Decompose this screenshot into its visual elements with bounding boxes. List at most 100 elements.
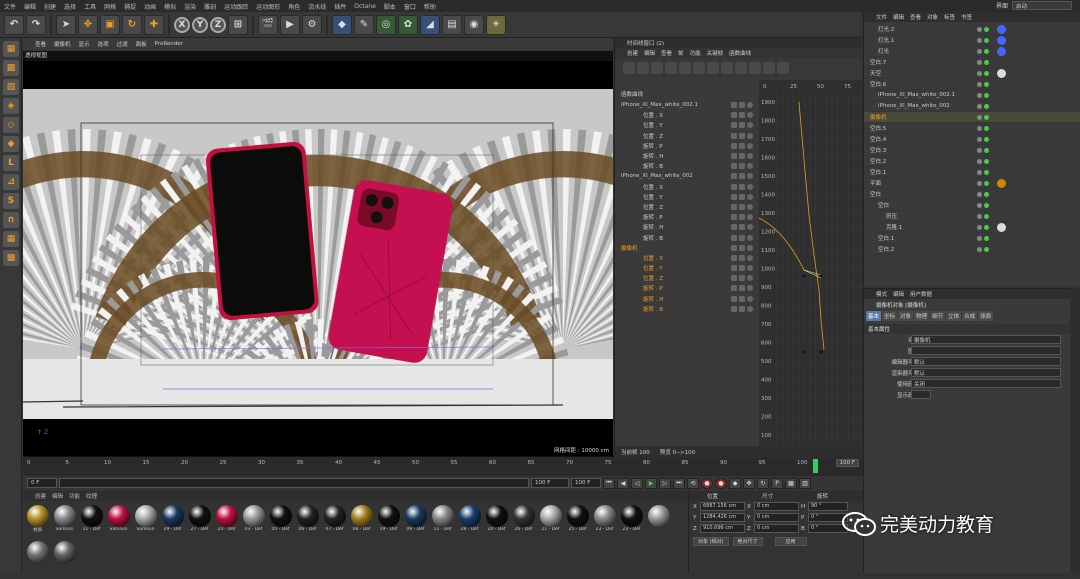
timeline-menu-item[interactable]: 帧	[678, 49, 684, 57]
attribute-value[interactable]: 默认	[911, 357, 1061, 366]
object-row[interactable]: 灯光	[864, 46, 1080, 57]
key-rot-icon[interactable]: ↻	[757, 477, 769, 489]
material-swatch[interactable]: 08 - Def	[349, 505, 374, 539]
material-menu-item[interactable]: 编辑	[52, 492, 63, 500]
attribute-value[interactable]: 关闭	[911, 379, 1061, 388]
object-row[interactable]: 空白.1	[864, 167, 1080, 178]
attribute-tab[interactable]: 立体	[946, 311, 962, 321]
select-icon[interactable]: ➤	[56, 14, 76, 35]
move-icon[interactable]: ✥	[78, 14, 98, 35]
loop-icon[interactable]: ⟲	[687, 477, 699, 489]
frame-slider[interactable]	[59, 478, 529, 488]
size-field[interactable]: 0 cm	[754, 502, 799, 511]
viewport-menu-item[interactable]: ProRender	[155, 41, 183, 47]
menu-item[interactable]: 网格	[100, 2, 120, 11]
camera-icon[interactable]: ◉	[464, 14, 484, 35]
object-menu-item[interactable]: 标签	[944, 13, 955, 21]
position-field[interactable]: 910.696 cm	[700, 524, 745, 533]
tl-tool-6-icon[interactable]	[693, 62, 705, 74]
menu-item[interactable]: 角色	[284, 2, 304, 11]
track-row[interactable]: 旋转 . B	[615, 161, 759, 171]
coord-system-icon[interactable]: ⊞	[228, 14, 248, 35]
viewport-menu-item[interactable]: 面板	[136, 40, 147, 48]
render-picture-icon[interactable]: ▶	[280, 14, 300, 35]
timeline-end-field[interactable]: 100 F	[835, 459, 859, 467]
size-field[interactable]: 0 cm	[754, 524, 799, 533]
timeline-menu-item[interactable]: 功能	[690, 49, 701, 57]
menu-item[interactable]: 运动跟踪	[220, 2, 252, 11]
points-mode-icon[interactable]: ◈	[3, 98, 19, 114]
track-row[interactable]: 位置 . Z	[615, 131, 759, 141]
magnet-icon[interactable]: ∩	[3, 212, 19, 228]
object-row[interactable]: 空白.6	[864, 79, 1080, 90]
object-row[interactable]: 克隆.1	[864, 222, 1080, 233]
rotate-icon[interactable]: ↻	[122, 14, 142, 35]
material-swatch[interactable]: 24 - Def	[214, 505, 239, 539]
edges-mode-icon[interactable]: ◇	[3, 117, 19, 133]
track-row[interactable]: 位置 . Y	[615, 263, 759, 273]
menu-item[interactable]: 动画	[140, 2, 160, 11]
tl-tool-11-icon[interactable]	[763, 62, 775, 74]
attribute-value[interactable]	[911, 346, 1061, 355]
material-swatch[interactable]: Samsun	[106, 505, 131, 539]
menu-item[interactable]: 文件	[0, 2, 20, 11]
attribute-tab[interactable]: 对象	[898, 311, 914, 321]
size-mode-dropdown[interactable]: 绝对尺寸	[732, 537, 763, 546]
attribute-menu-item[interactable]: 用户数据	[910, 290, 932, 298]
polygons-mode-icon[interactable]: ◆	[3, 136, 19, 152]
track-row[interactable]: 旋转 . H	[615, 151, 759, 161]
axis-mode-icon[interactable]: L	[3, 155, 19, 171]
y-axis-icon[interactable]: Y	[192, 16, 208, 33]
key-grid-icon[interactable]: ▦	[785, 477, 797, 489]
menu-item[interactable]: 模拟	[160, 2, 180, 11]
cloner-icon[interactable]: ✿	[398, 14, 418, 35]
object-row[interactable]: 空白	[864, 189, 1080, 200]
menu-item[interactable]: 编辑	[20, 2, 40, 11]
menu-item[interactable]: Octane	[350, 3, 380, 10]
menu-item[interactable]: 选择	[60, 2, 80, 11]
texture-mode-icon[interactable]: ▩	[3, 60, 19, 76]
subdivision-icon[interactable]: ◎	[376, 14, 396, 35]
object-row[interactable]: iPhone_Xl_Max_white_002.1	[864, 90, 1080, 101]
menu-item[interactable]: 帮助	[420, 2, 440, 11]
viewport-menu-item[interactable]: 显示	[79, 40, 90, 48]
menu-item[interactable]: 工具	[80, 2, 100, 11]
pen-icon[interactable]: ✎	[354, 14, 374, 35]
material-swatch[interactable]: 26 - Def	[511, 505, 536, 539]
menu-item[interactable]: 窗口	[400, 2, 420, 11]
object-row[interactable]: 空白.2	[864, 156, 1080, 167]
object-row[interactable]: 空白.5	[864, 123, 1080, 134]
prev-frame-icon[interactable]: ◁	[631, 477, 643, 489]
apply-button[interactable]: 应用	[774, 537, 807, 546]
track-row[interactable]: 位置 . Y	[615, 192, 759, 202]
redo-icon[interactable]: ↷	[26, 14, 46, 35]
perspective-viewport[interactable]: ↑ Z 网格间距 : 10000 cm	[23, 61, 613, 456]
menu-item[interactable]: 脚本	[380, 2, 400, 11]
tl-tool-3-icon[interactable]	[651, 62, 663, 74]
tl-tool-2-icon[interactable]	[637, 62, 649, 74]
add-icon[interactable]: ✚	[144, 14, 164, 35]
object-row[interactable]: 空白.3	[864, 145, 1080, 156]
material-swatch[interactable]: Samsun	[52, 505, 77, 539]
track-row[interactable]: 位置 . X	[615, 253, 759, 263]
object-row[interactable]: 空白.7	[864, 57, 1080, 68]
z-axis-icon[interactable]: Z	[210, 16, 226, 33]
attribute-value[interactable]	[911, 390, 931, 399]
render-view-icon[interactable]: 🎬	[258, 14, 278, 35]
track-row[interactable]: 旋转 . H	[615, 222, 759, 232]
grid-icon[interactable]: ▦	[3, 231, 19, 247]
material-swatch[interactable]: 27 - Def	[187, 505, 212, 539]
material-swatch[interactable]: 29 - Def	[160, 505, 185, 539]
object-menu-item[interactable]: 查看	[910, 13, 921, 21]
track-row[interactable]: 旋转 . P	[615, 212, 759, 222]
attribute-tab[interactable]: 坐标	[882, 311, 898, 321]
material-swatch[interactable]	[52, 541, 77, 575]
prev-key-icon[interactable]: ◀	[617, 477, 629, 489]
tl-tool-4-icon[interactable]	[665, 62, 677, 74]
play-icon[interactable]: ▶	[645, 477, 657, 489]
key-param-icon[interactable]: P	[771, 477, 783, 489]
key-pos-icon[interactable]: ✥	[743, 477, 755, 489]
record-icon[interactable]: ●	[701, 477, 713, 489]
object-row[interactable]: 灯光.2	[864, 24, 1080, 35]
material-swatch[interactable]: 06 - Def	[295, 505, 320, 539]
